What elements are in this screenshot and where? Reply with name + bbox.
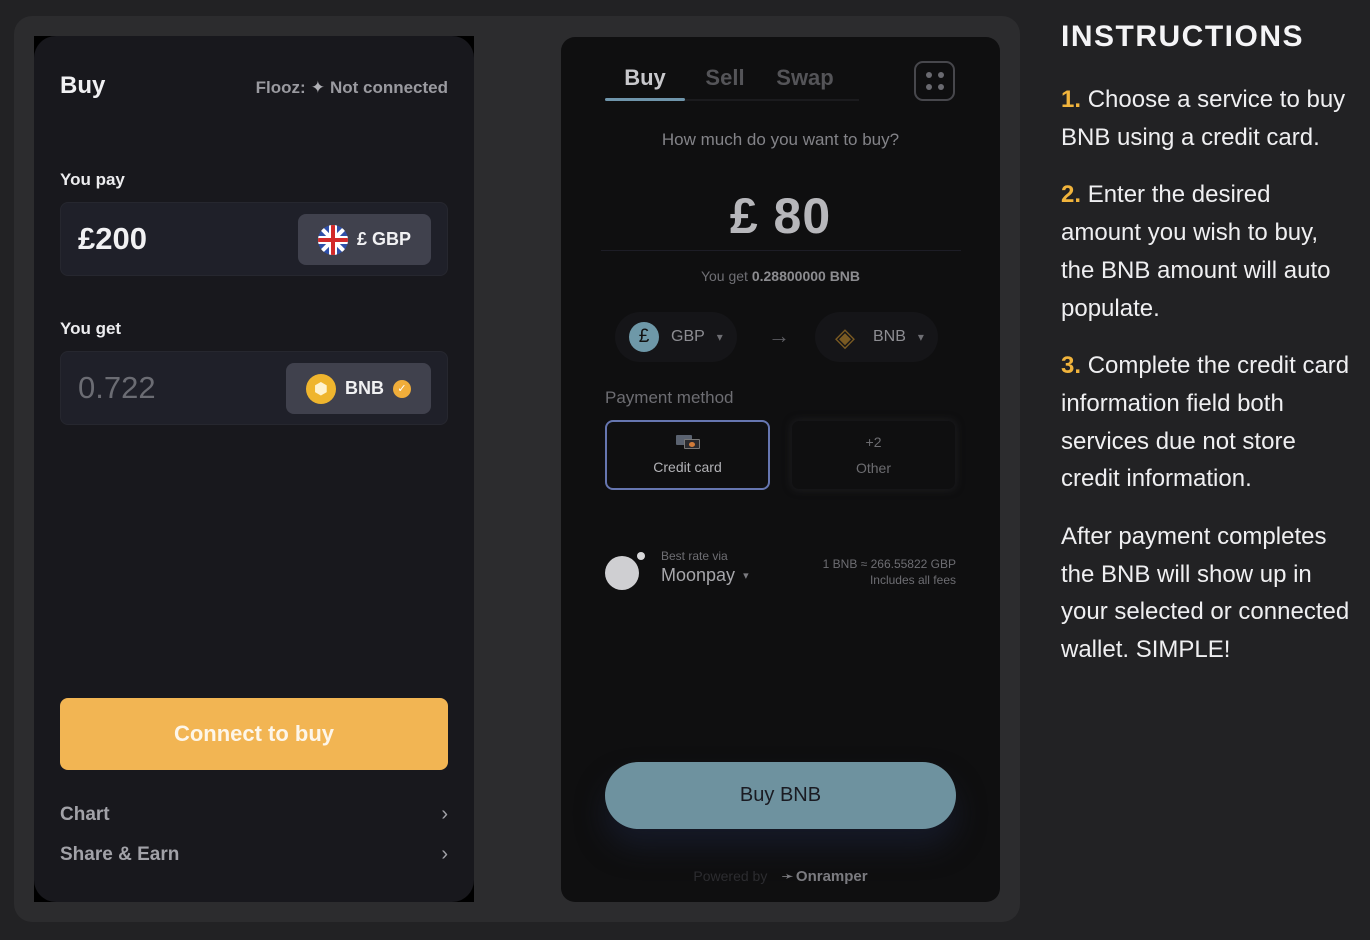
- instructions-title: INSTRUCTIONS: [1061, 20, 1304, 53]
- get-amount-field: 0.722 ⬢ BNB ✓: [60, 351, 448, 425]
- rate-line: 1 BNB ≈ 266.55822 GBP: [822, 557, 956, 571]
- sparkle-icon: ✦: [310, 78, 325, 97]
- onramper-brand-text: Onramper: [795, 867, 868, 885]
- exchange-rate: 1 BNB ≈ 266.55822 GBP Includes all fees: [823, 556, 956, 588]
- buy-bnb-button[interactable]: Buy BNB: [605, 762, 956, 829]
- connection-status[interactable]: Flooz: ✦ Not connected: [256, 78, 448, 98]
- tab-buy[interactable]: Buy: [605, 61, 685, 101]
- payment-method-label-other: Other: [855, 460, 891, 476]
- chevron-down-icon: ▾: [917, 330, 924, 344]
- flooz-buy-widget: Buy Flooz: ✦ Not connected You pay £200 …: [34, 36, 474, 902]
- provider-name-text: Moonpay: [661, 565, 736, 585]
- amount-question: How much do you want to buy?: [661, 130, 900, 149]
- to-currency-label: BNB: [873, 328, 906, 345]
- pay-amount-input[interactable]: £200: [78, 221, 147, 257]
- buy-amount-input[interactable]: £ 80: [561, 187, 1000, 245]
- grid-menu-icon[interactable]: [914, 61, 955, 101]
- from-currency-select[interactable]: £ GBP ▾: [615, 312, 737, 362]
- chevron-down-icon: ▾: [716, 330, 723, 344]
- widget-title: Buy: [60, 72, 106, 99]
- chart-link-label: Chart: [60, 803, 110, 825]
- amount-divider: [601, 250, 961, 251]
- tab-sell[interactable]: Sell: [685, 61, 765, 99]
- credit-card-icon: [675, 435, 700, 449]
- payment-method-credit-card[interactable]: Credit card: [605, 420, 770, 490]
- chevron-right-icon: ›: [441, 843, 448, 865]
- get-token-select[interactable]: ⬢ BNB ✓: [286, 363, 431, 414]
- step-number: 3.: [1061, 352, 1082, 380]
- share-earn-link[interactable]: Share & Earn ›: [60, 843, 448, 866]
- you-pay-label: You pay: [60, 170, 125, 189]
- connect-to-buy-button[interactable]: Connect to buy: [60, 698, 448, 770]
- moonpay-logo-icon: [605, 550, 645, 590]
- payment-method-other[interactable]: +2 Other: [791, 420, 956, 490]
- from-currency-label: GBP: [671, 328, 705, 345]
- to-currency-select[interactable]: ◈ BNB ▾: [815, 312, 938, 362]
- uk-flag-icon: [317, 224, 348, 255]
- onramper-arrow-icon: ➛: [781, 868, 794, 885]
- payment-method-label-credit-card: Credit card: [653, 459, 722, 475]
- arrow-right-icon: →: [768, 323, 790, 348]
- tab-swap[interactable]: Swap: [765, 61, 845, 99]
- instruction-closing: After payment completes the BNB will sho…: [1061, 523, 1350, 664]
- verified-badge-icon: ✓: [393, 379, 411, 398]
- payment-method-label: Payment method: [605, 388, 734, 407]
- onramper-widget: Buy Sell Swap How much do you want to bu…: [561, 37, 1000, 902]
- status-prefix: Flooz:: [255, 78, 306, 97]
- pay-amount-field[interactable]: £200 £ GBP: [60, 202, 448, 276]
- provider-name: Moonpay ▾: [661, 565, 749, 586]
- step-text: Enter the desired amount you wish to buy…: [1061, 181, 1331, 322]
- step-text: Complete the credit card information fie…: [1061, 352, 1350, 493]
- pound-coin-icon: £: [629, 322, 659, 352]
- pay-currency-label: £ GBP: [356, 229, 411, 249]
- pay-currency-select[interactable]: £ GBP: [297, 214, 431, 265]
- get-amount-value: 0.722: [78, 370, 156, 405]
- chevron-right-icon: ›: [441, 803, 448, 825]
- you-get-summary: You get 0.28800000 BNB: [561, 268, 1000, 284]
- powered-by-label: Powered by: [693, 868, 768, 884]
- you-get-prefix: You get: [700, 268, 748, 284]
- share-earn-link-label: Share & Earn: [60, 843, 180, 865]
- bnb-logo-icon: ◈: [835, 321, 855, 352]
- bnb-coin-icon: ⬢: [306, 373, 336, 404]
- step-number: 2.: [1061, 181, 1082, 209]
- instruction-step: 2. Enter the desired amount you wish to …: [1061, 176, 1351, 327]
- best-rate-label: Best rate via: [661, 549, 728, 563]
- fees-line: Includes all fees: [869, 573, 956, 587]
- instruction-step: 1. Choose a service to buy BNB using a c…: [1061, 81, 1351, 156]
- other-count: +2: [865, 434, 882, 450]
- instruction-step: 3. Complete the credit card information …: [1061, 347, 1351, 498]
- get-token-label: BNB: [345, 378, 384, 398]
- powered-by: Powered by ➛ Onramper: [561, 867, 1000, 886]
- instructions-panel: INSTRUCTIONS 1. Choose a service to buy …: [1061, 20, 1351, 689]
- provider-select[interactable]: Best rate via Moonpay ▾: [605, 549, 749, 590]
- you-get-label: You get: [60, 319, 122, 338]
- onramper-logo[interactable]: ➛ Onramper: [781, 867, 868, 886]
- you-get-value: 0.28800000 BNB: [751, 268, 861, 284]
- chart-link[interactable]: Chart ›: [60, 803, 448, 826]
- status-text: Not connected: [329, 78, 448, 97]
- mode-tabs: Buy Sell Swap: [605, 61, 859, 101]
- step-text: Choose a service to buy BNB using a cred…: [1061, 86, 1346, 151]
- chevron-down-icon: ▾: [743, 570, 749, 582]
- step-number: 1.: [1061, 86, 1082, 113]
